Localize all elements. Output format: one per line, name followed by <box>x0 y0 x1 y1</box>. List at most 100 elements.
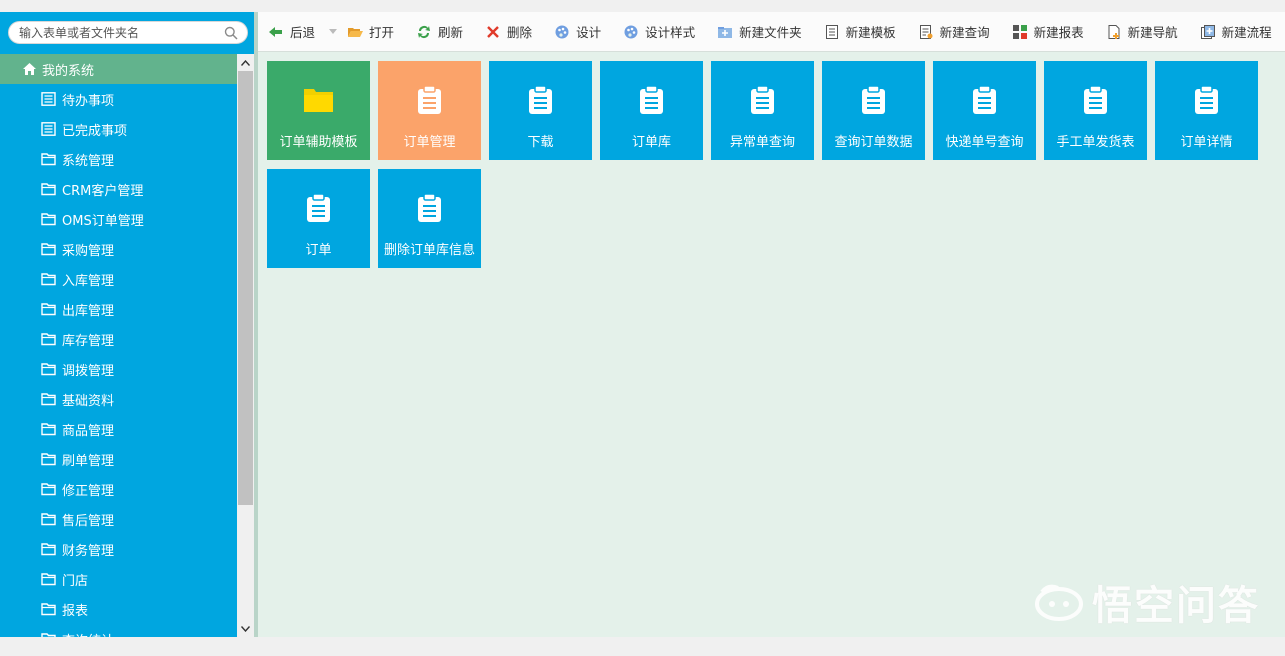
refresh-button[interactable]: 刷新 <box>416 12 463 52</box>
toolbar: 后退 打开 刷新 删除 设计 设计样式 新建文件夹 新建模板 新建查询 新建报表… <box>258 12 1285 52</box>
refresh-icon <box>418 25 431 38</box>
tile[interactable]: 删除订单库信息 <box>378 169 481 268</box>
tree-root-my-system[interactable]: 我的系统 <box>0 54 237 84</box>
tile-label: 下载 <box>527 135 554 150</box>
tree-item[interactable]: 商品管理 <box>0 414 237 444</box>
tree-item[interactable]: 门店 <box>0 564 237 594</box>
tree-item-label: 系统管理 <box>62 153 115 169</box>
tile[interactable]: 订单管理 <box>378 61 481 160</box>
tile[interactable]: 订单辅助模板 <box>267 61 370 160</box>
watermark-text: 悟空问答 <box>1092 583 1260 629</box>
tree-item-label: 出库管理 <box>62 303 115 319</box>
tree-item[interactable]: 出库管理 <box>0 294 237 324</box>
tile[interactable]: 查询订单数据 <box>822 61 925 160</box>
tile[interactable]: 下载 <box>489 61 592 160</box>
tree-item[interactable]: 查询统计 <box>0 624 237 637</box>
new-report-button[interactable]: 新建报表 <box>1012 12 1084 52</box>
design-button[interactable]: 设计 <box>554 12 601 52</box>
tile[interactable]: 快递单号查询 <box>933 61 1036 160</box>
tree-item[interactable]: 修正管理 <box>0 474 237 504</box>
tree-item[interactable]: 系统管理 <box>0 144 237 174</box>
tree-item-label: 售后管理 <box>62 513 115 529</box>
tile[interactable]: 订单 <box>267 169 370 268</box>
tile-label: 订单库 <box>631 135 671 150</box>
new-template-button[interactable]: 新建模板 <box>824 12 896 52</box>
tree-item-label: 采购管理 <box>62 243 115 259</box>
tree-item-label: 库存管理 <box>62 333 115 349</box>
tree-item[interactable]: 入库管理 <box>0 264 237 294</box>
new-nav-button[interactable]: 新建导航 <box>1106 12 1178 52</box>
folder-icon <box>41 213 56 226</box>
tree-root-label: 我的系统 <box>42 63 95 79</box>
open-button[interactable]: 打开 <box>347 12 394 52</box>
back-dropdown[interactable] <box>329 12 338 52</box>
new-page-icon <box>1108 24 1120 39</box>
tile-label: 订单管理 <box>403 135 456 150</box>
palette-icon <box>555 25 569 38</box>
clipboard-icon <box>529 85 552 114</box>
tree-item[interactable]: 采购管理 <box>0 234 237 264</box>
new-query-button[interactable]: 新建查询 <box>918 12 990 52</box>
query-doc-icon <box>919 24 933 39</box>
tile-label: 快递单号查询 <box>945 135 1024 150</box>
folder-tree: 我的系统 待办事项已完成事项系统管理 CRM客户管理 OMS订单管理采购管理入库管理… <box>0 54 237 637</box>
tree-item[interactable]: 财务管理 <box>0 534 237 564</box>
search-input[interactable] <box>19 24 219 41</box>
tree-item-label: 查询统计 <box>62 630 114 638</box>
list-icon <box>41 92 56 106</box>
clipboard-icon <box>862 85 885 114</box>
tree-item[interactable]: 报表 <box>0 594 237 624</box>
scroll-thumb[interactable] <box>238 71 253 505</box>
search-icon[interactable] <box>224 26 238 40</box>
tile-label: 订单 <box>305 243 332 258</box>
clipboard-icon <box>751 85 774 114</box>
home-icon <box>23 63 36 75</box>
tile-label: 查询订单数据 <box>834 135 913 150</box>
folder-icon <box>41 633 56 637</box>
folder-icon <box>41 303 56 316</box>
tile-label: 手工单发货表 <box>1056 135 1135 150</box>
tile[interactable]: 订单详情 <box>1155 61 1258 160</box>
folder-icon <box>41 273 56 286</box>
search-box[interactable] <box>8 21 248 44</box>
app-window: 我的系统 待办事项已完成事项系统管理 CRM客户管理 OMS订单管理采购管理入库管理… <box>0 12 1285 637</box>
back-button[interactable]: 后退 <box>268 12 315 52</box>
new-folder-button[interactable]: 新建文件夹 <box>717 12 802 52</box>
scroll-up-arrow[interactable] <box>237 54 254 71</box>
delete-button[interactable]: 删除 <box>485 12 532 52</box>
folder-icon <box>41 513 56 526</box>
tree-item-label: 刷单管理 <box>62 453 115 469</box>
document-icon <box>825 24 838 39</box>
folder-icon <box>41 453 56 466</box>
tile[interactable]: 异常单查询 <box>711 61 814 160</box>
tree-item[interactable]: 库存管理 <box>0 324 237 354</box>
tree-item[interactable]: 基础资料 <box>0 384 237 414</box>
folder-icon <box>41 393 56 406</box>
tree-item[interactable]: CRM客户管理 <box>0 174 237 204</box>
tree-item[interactable]: 已完成事项 <box>0 114 237 144</box>
tile[interactable]: 订单库 <box>600 61 703 160</box>
tree-scrollbar[interactable] <box>237 54 254 637</box>
tree-item-label: 已完成事项 <box>62 123 128 139</box>
tree-item[interactable]: OMS订单管理 <box>0 204 237 234</box>
folder-icon <box>41 483 56 496</box>
tree-item[interactable]: 售后管理 <box>0 504 237 534</box>
tile-label: 订单详情 <box>1180 135 1233 150</box>
design-style-button[interactable]: 设计样式 <box>623 12 695 52</box>
left-panel: 我的系统 待办事项已完成事项系统管理 CRM客户管理 OMS订单管理采购管理入库管理… <box>0 12 258 637</box>
close-icon <box>487 25 499 38</box>
tree-item[interactable]: 调拨管理 <box>0 354 237 384</box>
clipboard-icon <box>418 193 441 222</box>
tile-label: 订单辅助模板 <box>279 135 358 150</box>
tree-item[interactable]: 待办事项 <box>0 84 237 114</box>
new-flow-button[interactable]: 新建流程 <box>1200 12 1272 52</box>
folder-icon <box>41 543 56 556</box>
scroll-down-arrow[interactable] <box>237 620 254 637</box>
folder-icon <box>41 603 56 616</box>
tree-item-label: 修正管理 <box>62 483 115 499</box>
tile[interactable]: 手工单发货表 <box>1044 61 1147 160</box>
folder-icon <box>41 333 56 346</box>
tree-item[interactable]: 刷单管理 <box>0 444 237 474</box>
grid-report-icon <box>1012 24 1027 39</box>
folder-icon <box>41 183 56 196</box>
